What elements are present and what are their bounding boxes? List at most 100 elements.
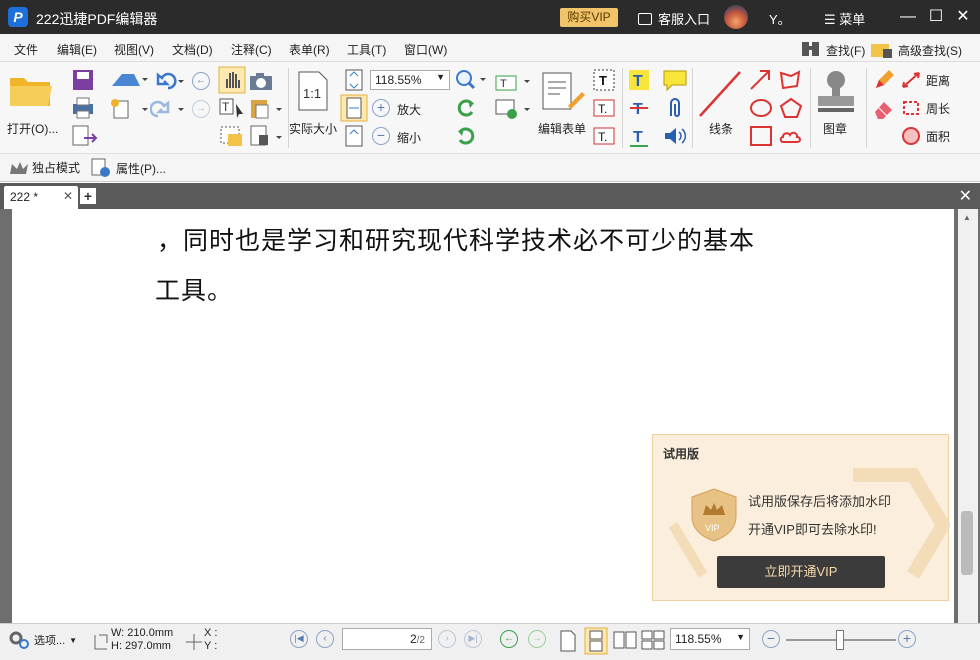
edit-form-icon[interactable] xyxy=(540,70,586,114)
continuous-facing-icon[interactable] xyxy=(640,629,666,653)
actual-size-icon[interactable]: 1:1 xyxy=(296,70,330,112)
rotate-left-icon[interactable] xyxy=(454,96,480,120)
forward-icon[interactable]: → xyxy=(192,100,210,118)
single-page-icon[interactable] xyxy=(558,629,578,653)
first-page-icon[interactable]: |◀ xyxy=(290,630,308,648)
rotate-right-icon[interactable] xyxy=(454,124,480,148)
zoom-in-icon[interactable]: + xyxy=(372,99,390,117)
note-icon[interactable] xyxy=(662,68,688,92)
advanced-find-button[interactable]: 高级查找(S) xyxy=(870,40,962,60)
polygon-icon[interactable] xyxy=(778,96,804,120)
back-icon[interactable]: ← xyxy=(192,72,210,90)
user-name[interactable]: Y。 xyxy=(769,9,791,28)
text-box-icon[interactable]: T xyxy=(592,68,616,92)
zoom-out-label[interactable]: 缩小 xyxy=(397,129,421,146)
callout-icon[interactable]: T. xyxy=(592,124,616,148)
status-zoom-out-icon[interactable]: − xyxy=(762,630,780,648)
area-tool[interactable]: 面积 xyxy=(900,126,950,146)
add-tab-button[interactable]: + xyxy=(80,188,96,204)
main-menu-button[interactable]: ☰ 菜单 xyxy=(824,9,865,28)
document-text-line[interactable]: ，同时也是学习和研究现代科学技术必不可少的基本 xyxy=(157,221,755,257)
redo-icon[interactable] xyxy=(150,98,186,120)
snapshot-area-icon[interactable] xyxy=(218,124,246,148)
line-icon[interactable] xyxy=(696,68,744,120)
paste-icon[interactable] xyxy=(248,96,284,120)
menu-tools[interactable]: 工具(T) xyxy=(347,41,386,58)
typewriter-icon[interactable]: T. xyxy=(592,96,616,120)
close-button[interactable]: ✕ xyxy=(952,6,974,28)
facing-pages-icon[interactable] xyxy=(612,629,638,653)
rectangle-icon[interactable] xyxy=(748,124,774,148)
arrow-icon[interactable] xyxy=(748,68,774,92)
menu-comment[interactable]: 注释(C) xyxy=(231,41,272,58)
polyline-icon[interactable] xyxy=(778,68,804,92)
go-forward-icon[interactable]: → xyxy=(528,630,546,648)
new-document-icon[interactable] xyxy=(108,98,148,120)
menu-view[interactable]: 视图(V) xyxy=(114,41,154,58)
zoom-in-label[interactable]: 放大 xyxy=(397,101,421,118)
previous-page-icon[interactable]: ‹ xyxy=(316,630,334,648)
zoom-slider-thumb[interactable] xyxy=(836,630,844,650)
cloud-shape-icon[interactable] xyxy=(778,124,804,148)
close-document-button[interactable]: ✕ xyxy=(959,186,972,206)
page-number-input[interactable]: 2/2 xyxy=(342,628,432,650)
status-zoom-select[interactable]: 118.55% ▼ xyxy=(670,628,750,650)
buy-vip-button[interactable]: 购买VIP xyxy=(560,8,618,27)
last-page-icon[interactable]: ▶| xyxy=(464,630,482,648)
exclusive-mode-button[interactable]: 独占模式 xyxy=(8,159,80,176)
properties-button[interactable]: 属性(P)... xyxy=(90,158,166,178)
menu-document[interactable]: 文档(D) xyxy=(172,41,213,58)
stamp-icon[interactable] xyxy=(814,68,858,116)
underline-text-icon[interactable]: T xyxy=(628,124,650,148)
hand-tool-icon[interactable] xyxy=(218,66,246,94)
text-field-icon[interactable]: T xyxy=(494,68,532,94)
attachment-icon[interactable] xyxy=(662,96,688,120)
add-field-icon[interactable] xyxy=(494,96,532,122)
scrollbar-thumb[interactable] xyxy=(961,511,973,575)
menu-window[interactable]: 窗口(W) xyxy=(404,41,447,58)
eraser-icon[interactable] xyxy=(872,96,898,120)
tab-close-icon[interactable]: ✕ xyxy=(63,189,73,203)
save-icon[interactable] xyxy=(70,68,96,92)
select-text-icon[interactable]: T xyxy=(218,96,246,120)
menu-edit[interactable]: 编辑(E) xyxy=(57,41,97,58)
strikeout-text-icon[interactable]: T xyxy=(628,96,650,120)
print-icon[interactable] xyxy=(70,96,96,120)
magnifier-icon[interactable] xyxy=(454,68,488,92)
trial-message-line2: 开通VIP即可去除水印! xyxy=(748,522,877,537)
maximize-button[interactable]: ☐ xyxy=(925,6,947,28)
document-text-line[interactable]: 工具。 xyxy=(155,271,233,307)
sound-icon[interactable] xyxy=(662,124,688,148)
pencil-icon[interactable] xyxy=(872,68,898,92)
tab-document[interactable]: 222 * ✕ xyxy=(4,186,78,209)
options-button[interactable]: 选项... ▼ xyxy=(8,630,77,650)
avatar[interactable] xyxy=(724,5,748,29)
perimeter-tool[interactable]: 周长 xyxy=(900,98,950,118)
zoom-select[interactable]: 118.55% ▼ xyxy=(370,70,450,90)
minimize-button[interactable]: — xyxy=(897,6,919,28)
find-button[interactable]: 查找(F) xyxy=(800,40,865,60)
undo-icon[interactable] xyxy=(150,70,186,92)
camera-icon[interactable] xyxy=(248,70,274,92)
activate-vip-button[interactable]: 立即开通VIP xyxy=(717,556,885,588)
next-page-icon[interactable]: › xyxy=(438,630,456,648)
export-icon[interactable] xyxy=(70,124,100,148)
customer-service-button[interactable]: 客服入口 xyxy=(638,9,710,28)
open-button[interactable] xyxy=(6,70,56,113)
continuous-page-icon[interactable] xyxy=(584,627,608,655)
scroll-up-icon[interactable]: ▲ xyxy=(963,213,971,222)
distance-tool[interactable]: 距离 xyxy=(900,70,950,90)
ellipse-icon[interactable] xyxy=(748,96,774,120)
find-document-icon[interactable] xyxy=(248,124,284,148)
menu-file[interactable]: 文件 xyxy=(14,41,38,58)
fit-page-icon[interactable] xyxy=(342,68,366,92)
go-back-icon[interactable]: ← xyxy=(500,630,518,648)
highlight-text-icon[interactable]: T xyxy=(628,68,650,92)
fit-visible-icon[interactable] xyxy=(342,124,366,148)
cloud-icon[interactable] xyxy=(108,70,148,90)
zoom-out-icon[interactable]: − xyxy=(372,127,390,145)
fit-width-icon[interactable] xyxy=(340,94,368,122)
status-zoom-in-icon[interactable]: + xyxy=(898,630,916,648)
vertical-scrollbar[interactable]: ▲ xyxy=(958,209,978,623)
menu-form[interactable]: 表单(R) xyxy=(289,41,330,58)
